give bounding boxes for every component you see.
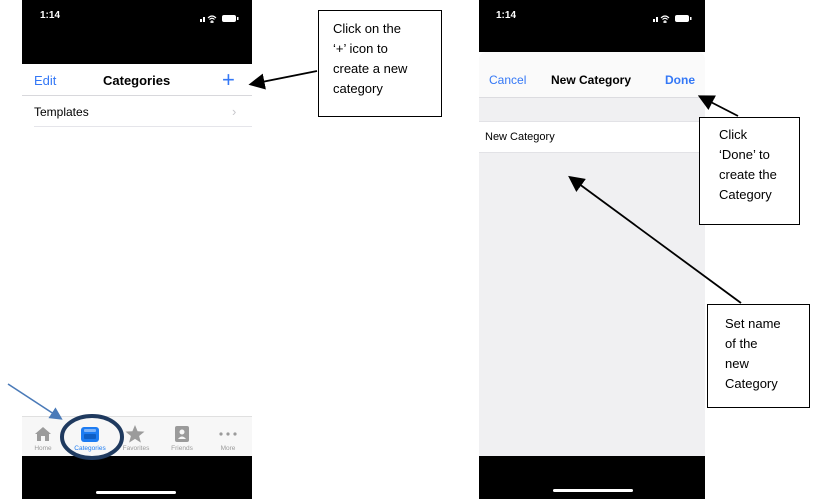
arrow-to-done <box>697 95 739 117</box>
arrow-to-field <box>568 175 742 304</box>
arrow-to-plus <box>248 70 318 90</box>
annotation-arrows <box>248 70 742 304</box>
